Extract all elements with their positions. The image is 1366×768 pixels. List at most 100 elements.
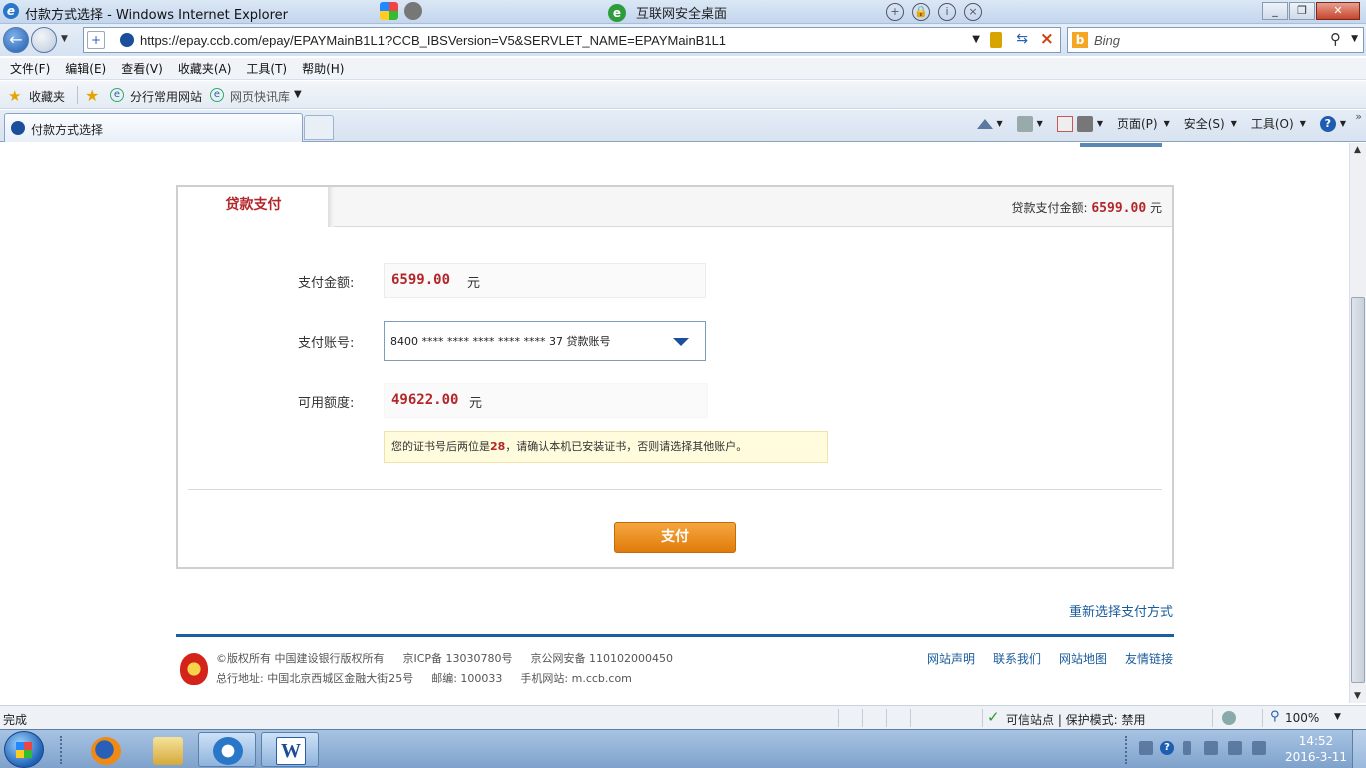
ssl-lock-icon[interactable]: [990, 32, 1002, 48]
taskbar: W ? 14:52 2016-3-11: [0, 729, 1366, 768]
lock-icon[interactable]: 🔒: [912, 3, 930, 21]
ie-icon: [213, 737, 243, 765]
taskbar-ie[interactable]: [198, 732, 256, 767]
chevron-right-icon[interactable]: »: [1355, 110, 1362, 123]
account-select-value: 8400 **** **** **** **** **** 37 贷款账号: [390, 335, 611, 348]
police-seal-icon[interactable]: [180, 653, 208, 685]
back-button[interactable]: ←: [3, 27, 29, 53]
status-separator: [1262, 709, 1263, 727]
search-icon[interactable]: ⚲: [1330, 30, 1341, 48]
search-box[interactable]: b Bing ⚲ ▼: [1067, 27, 1364, 53]
header-accent-bar: [1080, 143, 1162, 147]
favorites-star-icon[interactable]: ★: [8, 87, 21, 105]
close-circle-icon[interactable]: ×: [964, 3, 982, 21]
credit-label: 可用额度:: [298, 396, 355, 411]
footer-link-sitemap[interactable]: 网站地图: [1059, 650, 1107, 667]
keyboard-icon[interactable]: [1139, 741, 1153, 755]
safety-menu[interactable]: 安全(S): [1184, 115, 1225, 132]
safety-dropdown-icon[interactable]: ▼: [1231, 119, 1237, 128]
feeds-icon[interactable]: [1016, 115, 1033, 132]
zone-settings-icon[interactable]: [1222, 711, 1236, 725]
search-input[interactable]: Bing: [1094, 33, 1120, 48]
footer-divider: [176, 634, 1174, 637]
help-icon[interactable]: ?: [1319, 115, 1336, 132]
help-dropdown-icon[interactable]: ▼: [1340, 119, 1346, 128]
new-tab-button[interactable]: [304, 115, 334, 140]
credit-value: 49622.00: [391, 392, 459, 408]
stop-icon[interactable]: ×: [1040, 29, 1054, 49]
favorite-link-web-slice-gallery[interactable]: 网页快讯库: [230, 88, 290, 105]
zoom-level[interactable]: 100%: [1285, 711, 1319, 725]
favorites-separator: [77, 86, 78, 104]
page-dropdown-icon[interactable]: ▼: [1164, 119, 1170, 128]
clock-date: 2016-3-11: [1284, 750, 1348, 764]
add-to-favorites-bar-icon[interactable]: ★: [85, 86, 99, 105]
search-dropdown-icon[interactable]: ▼: [1351, 34, 1358, 44]
status-text: 完成: [3, 713, 28, 727]
menu-file[interactable]: 文件(F): [10, 58, 50, 79]
security-zone[interactable]: 可信站点 | 保护模式: 禁用: [1006, 711, 1146, 728]
maximize-button[interactable]: ❐: [1289, 2, 1315, 20]
windows-flag-icon[interactable]: [380, 2, 398, 20]
print-icon[interactable]: [1076, 115, 1093, 132]
taskbar-word[interactable]: W: [261, 732, 319, 767]
reselect-payment-link[interactable]: 重新选择支付方式: [1069, 601, 1173, 620]
scrollbar-thumb[interactable]: [1351, 297, 1365, 683]
start-button[interactable]: [4, 731, 44, 768]
usb-icon[interactable]: [1204, 741, 1218, 755]
tab-loan-payment[interactable]: 贷款支付: [178, 187, 330, 227]
favorites-button[interactable]: 收藏夹: [29, 88, 65, 105]
info-icon[interactable]: i: [938, 3, 956, 21]
help-tray-icon[interactable]: ?: [1160, 741, 1174, 755]
tools-dropdown-icon[interactable]: ▼: [1300, 119, 1306, 128]
refresh-icon[interactable]: ⇆: [1016, 31, 1028, 47]
add-circle-icon[interactable]: +: [886, 3, 904, 21]
vertical-scrollbar[interactable]: ▲ ▼: [1349, 143, 1366, 703]
command-bar: ▼ ▼ ▼ 页面(P) ▼ 安全(S) ▼ 工具(O) ▼ ? ▼: [976, 115, 1357, 132]
menu-tools[interactable]: 工具(T): [246, 58, 287, 79]
address-box[interactable]: + https://epay.ccb.com/epay/EPAYMainB1L1…: [83, 27, 1061, 53]
recent-pages-dropdown[interactable]: ▼: [61, 34, 68, 44]
taskbar-explorer[interactable]: [138, 732, 196, 767]
menu-favorites[interactable]: 收藏夹(A): [178, 58, 232, 79]
account-select[interactable]: 8400 **** **** **** **** **** 37 贷款账号: [384, 321, 706, 361]
tab-payment-method[interactable]: 付款方式选择: [4, 113, 303, 142]
footer-link-friends[interactable]: 友情链接: [1125, 650, 1173, 667]
secure-desktop-tab[interactable]: e 互联网安全桌面: [608, 3, 727, 22]
scroll-up-icon[interactable]: ▲: [1354, 145, 1361, 155]
menu-view[interactable]: 查看(V): [121, 58, 163, 79]
footer-link-statement[interactable]: 网站声明: [927, 650, 975, 667]
network-icon[interactable]: [1228, 741, 1242, 755]
zoom-dropdown-icon[interactable]: ▼: [1334, 712, 1341, 722]
volume-icon[interactable]: [1252, 741, 1266, 755]
pay-button[interactable]: 支付: [614, 522, 736, 553]
menu-help[interactable]: 帮助(H): [302, 58, 344, 79]
print-dropdown-icon[interactable]: ▼: [1097, 119, 1103, 128]
feeds-dropdown-icon[interactable]: ▼: [1037, 119, 1043, 128]
url-input[interactable]: https://epay.ccb.com/epay/EPAYMainB1L1?C…: [140, 33, 726, 48]
tray-expand-icon[interactable]: [1183, 741, 1191, 755]
show-desktop-button[interactable]: [1352, 730, 1366, 768]
panel-header: 贷款支付 贷款支付金额: 6599.00 元: [178, 187, 1172, 227]
taskbar-firefox[interactable]: [76, 732, 134, 767]
menu-edit[interactable]: 编辑(E): [65, 58, 106, 79]
forward-button[interactable]: [31, 27, 57, 53]
home-dropdown-icon[interactable]: ▼: [997, 119, 1003, 128]
web-slice-dropdown-icon[interactable]: ▼: [294, 89, 302, 100]
favorite-link-branch-sites[interactable]: 分行常用网站: [130, 88, 202, 105]
tools-menu[interactable]: 工具(O): [1251, 115, 1294, 132]
minimize-button[interactable]: _: [1262, 2, 1288, 20]
scroll-down-icon[interactable]: ▼: [1354, 691, 1361, 701]
footer-link-contact[interactable]: 联系我们: [993, 650, 1041, 667]
security-e-icon[interactable]: [404, 2, 422, 20]
footer-copyright-line: ©版权所有 中国建设银行版权所有 京ICP备 13030780号 京公网安备 110…: [216, 650, 691, 666]
page-menu[interactable]: 页面(P): [1117, 115, 1158, 132]
mail-icon[interactable]: [1056, 115, 1073, 132]
close-button[interactable]: ✕: [1316, 2, 1360, 20]
url-dropdown-icon[interactable]: ▼: [972, 34, 980, 45]
home-icon[interactable]: [976, 118, 993, 129]
add-favorite-icon[interactable]: +: [87, 31, 105, 49]
clock[interactable]: 14:52 2016-3-11: [1284, 733, 1348, 765]
chevron-down-icon[interactable]: [673, 338, 689, 346]
amount-label: 支付金额:: [298, 276, 355, 291]
